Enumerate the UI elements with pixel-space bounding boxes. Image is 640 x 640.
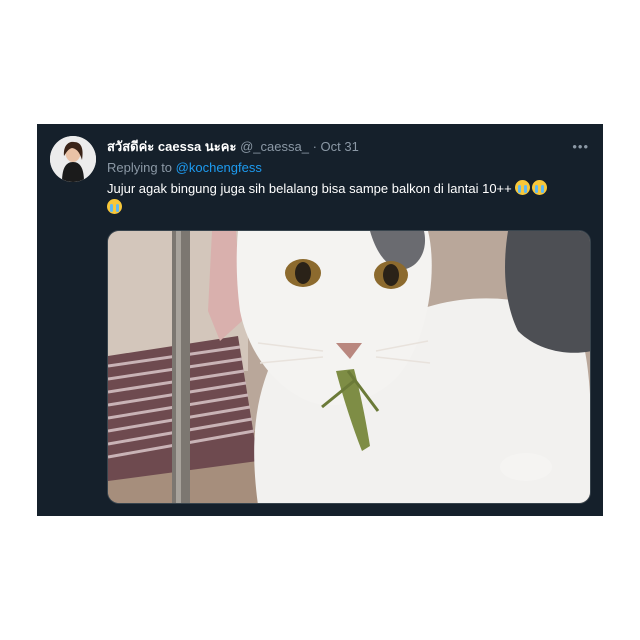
separator: ·	[312, 139, 317, 154]
tweet-card[interactable]: สวัสดีค่ะ caessa นะคะ @_caessa_ · Oct 31…	[37, 124, 603, 516]
tweet-header: สวัสดีค่ะ caessa นะคะ @_caessa_ · Oct 31…	[107, 138, 589, 156]
user-handle[interactable]: @_caessa_	[240, 139, 309, 154]
loudly-crying-face-emoji	[515, 180, 531, 195]
more-options-icon[interactable]: •••	[572, 138, 589, 156]
replying-to-mention[interactable]: @kochengfess	[176, 160, 262, 175]
tweet-text-block: Jujur agak bingung juga sih belalang bis…	[107, 179, 597, 217]
tweet-photo[interactable]	[107, 230, 591, 504]
tweet-date[interactable]: Oct 31	[321, 139, 359, 154]
replying-to: Replying to @kochengfess	[107, 159, 262, 177]
loudly-crying-face-emoji	[107, 199, 122, 214]
display-name[interactable]: สวัสดีค่ะ caessa นะคะ	[107, 139, 236, 154]
loudly-crying-face-emoji	[532, 180, 548, 195]
cat-with-grasshopper-photo	[108, 231, 590, 503]
tweet-text: Jujur agak bingung juga sih belalang bis…	[107, 181, 512, 196]
replying-prefix: Replying to	[107, 160, 176, 175]
avatar[interactable]	[50, 136, 96, 182]
